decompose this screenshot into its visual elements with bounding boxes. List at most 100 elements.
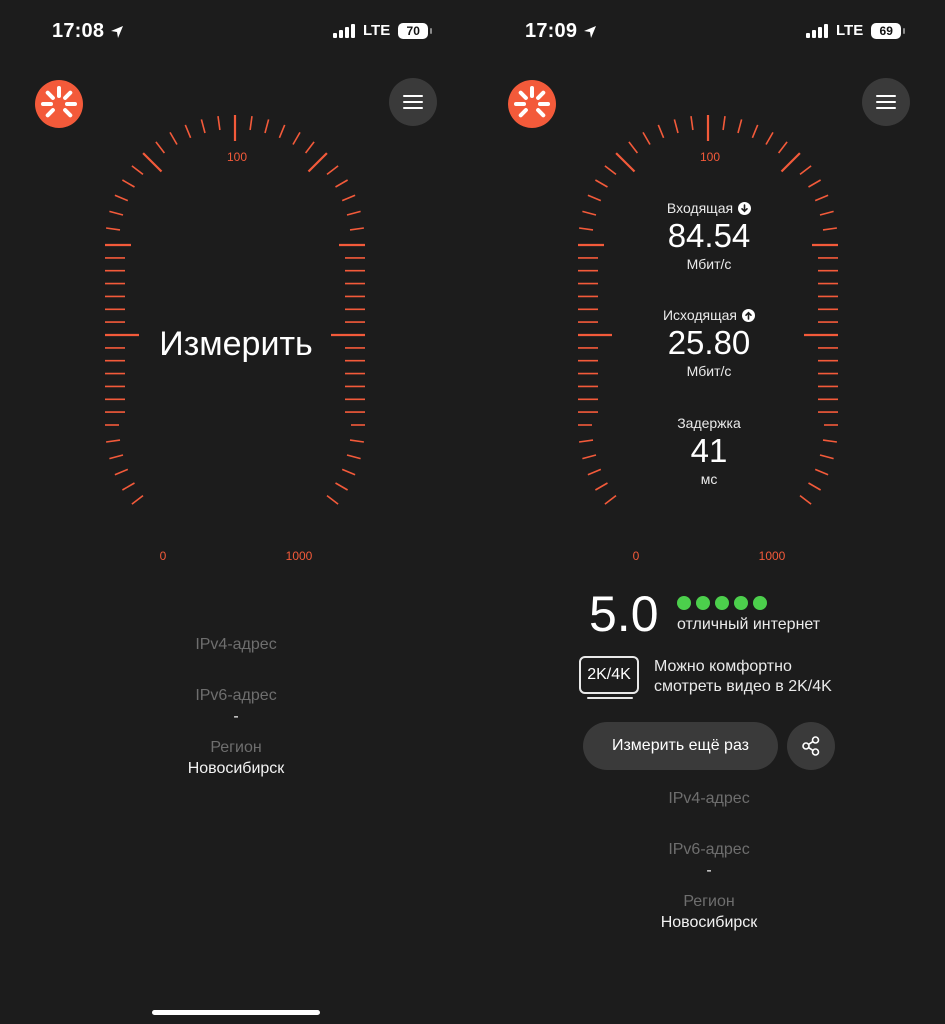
- gauge-tick: [349, 439, 365, 443]
- hamburger-menu-icon: [403, 95, 423, 109]
- arrow-up-icon: [742, 308, 756, 322]
- measure-again-button[interactable]: Измерить ещё раз: [583, 722, 778, 770]
- gauge-tick: [109, 210, 124, 216]
- app-logo[interactable]: [508, 80, 556, 128]
- gauge-tick: [341, 194, 356, 202]
- ipv6-value: -: [706, 862, 712, 879]
- menu-button[interactable]: [389, 78, 437, 126]
- gauge-tick: [604, 494, 617, 505]
- gauge-tick: [105, 439, 121, 443]
- download-unit: Мбит/с: [686, 256, 732, 272]
- gauge-tick: [628, 141, 639, 154]
- ipv4-info: IPv4-адрес: [0, 636, 472, 654]
- gauge-tick: [109, 454, 124, 460]
- region-value: Новосибирск: [187, 760, 285, 777]
- latency-unit: мс: [700, 471, 718, 487]
- tv-stand-icon: [587, 697, 633, 699]
- gauge-tick: [292, 131, 301, 145]
- gauge-ticks: [105, 115, 365, 505]
- region-value: Новосибирск: [660, 914, 758, 931]
- cellular-signal-icon: [333, 23, 355, 38]
- gauge-tick: [808, 179, 822, 188]
- gauge-tick: [131, 165, 144, 176]
- cellular-signal-icon: [806, 23, 828, 38]
- gauge-label-100: 100: [227, 150, 247, 164]
- gauge-tick: [264, 119, 270, 134]
- gauge-tick: [780, 152, 801, 173]
- rating-text: отличный интернет: [677, 616, 821, 633]
- status-bar-indicators: LTE 69: [806, 22, 906, 39]
- gauge-tick: [326, 494, 339, 505]
- gauge-label-0: 0: [633, 549, 640, 563]
- video-quality-badge: 2K/4K: [579, 656, 639, 694]
- gauge-tick: [346, 210, 361, 216]
- region-label: Регион: [210, 739, 262, 756]
- location-arrow-icon: [111, 25, 124, 38]
- network-type: LTE: [363, 22, 391, 39]
- gauge-tick: [335, 179, 349, 188]
- gauge-tick: [249, 115, 253, 131]
- gauge-tick: [326, 165, 339, 176]
- gauge-label-0: 0: [160, 549, 167, 563]
- upload-label: Исходящая: [662, 307, 738, 323]
- ipv6-info: IPv6-адрес -: [473, 841, 945, 880]
- battery-icon: 69: [871, 22, 906, 39]
- share-button[interactable]: [787, 722, 835, 770]
- screen-before-test: 17:08 LTE 70 100 0 1000 Измерить IPv4-ад…: [0, 0, 472, 1024]
- ipv6-label: IPv6-адрес: [668, 841, 750, 858]
- gauge-tick: [335, 482, 349, 491]
- download-label: Входящая: [666, 200, 734, 216]
- status-bar-indicators: LTE 70: [333, 22, 433, 39]
- gauge-tick: [105, 227, 121, 231]
- rating-score: 5.0: [589, 586, 659, 642]
- speedometer-logo-icon: [41, 86, 77, 118]
- region-info: Регион Новосибирск: [473, 893, 945, 932]
- gauge-tick: [217, 115, 221, 131]
- ipv6-info: IPv6-адрес -: [0, 687, 472, 726]
- gauge-tick: [341, 468, 356, 476]
- network-type: LTE: [836, 22, 864, 39]
- location-arrow-icon: [584, 25, 597, 38]
- latency-metric: Задержка 41 мс: [473, 415, 945, 487]
- rating-dot: [677, 596, 691, 610]
- download-metric: Входящая 84.54 Мбит/с: [473, 200, 945, 272]
- gauge-tick: [777, 141, 788, 154]
- battery-icon: 70: [398, 22, 433, 39]
- gauge-tick: [307, 152, 328, 173]
- region-info: Регион Новосибирск: [0, 739, 472, 778]
- gauge-tick: [184, 124, 192, 139]
- menu-button[interactable]: [862, 78, 910, 126]
- gauge-tick: [673, 119, 679, 134]
- latency-value: 41: [690, 432, 728, 469]
- latency-label: Задержка: [677, 415, 741, 431]
- share-icon: [802, 736, 820, 756]
- gauge-label-1000: 1000: [759, 549, 786, 563]
- gauge-tick: [604, 165, 617, 176]
- arrow-down-icon: [738, 201, 752, 215]
- gauge-tick: [737, 119, 743, 134]
- app-logo[interactable]: [35, 80, 83, 128]
- status-bar-time: 17:08: [52, 20, 124, 43]
- gauge-tick: [722, 115, 726, 131]
- ipv4-label: IPv4-адрес: [195, 636, 277, 653]
- gauge-tick: [142, 152, 163, 173]
- gauge-tick: [799, 165, 812, 176]
- download-value: 84.54: [667, 217, 751, 254]
- upload-value: 25.80: [667, 324, 751, 361]
- gauge-tick: [278, 124, 286, 139]
- rating-dots: [677, 596, 767, 610]
- gauge-tick: [642, 131, 651, 145]
- gauge-tick: [690, 115, 694, 131]
- region-label: Регион: [683, 893, 735, 910]
- rating-dot: [753, 596, 767, 610]
- gauge-tick: [799, 494, 812, 505]
- rating-dot: [715, 596, 729, 610]
- gauge-tick: [594, 179, 608, 188]
- gauge-tick: [114, 194, 129, 202]
- measure-start-button[interactable]: Измерить: [0, 325, 472, 364]
- gauge-tick: [765, 131, 774, 145]
- home-indicator[interactable]: [152, 1010, 320, 1015]
- status-time-text: 17:08: [52, 20, 105, 42]
- gauge-tick: [751, 124, 759, 139]
- ipv4-info: IPv4-адрес: [473, 790, 945, 808]
